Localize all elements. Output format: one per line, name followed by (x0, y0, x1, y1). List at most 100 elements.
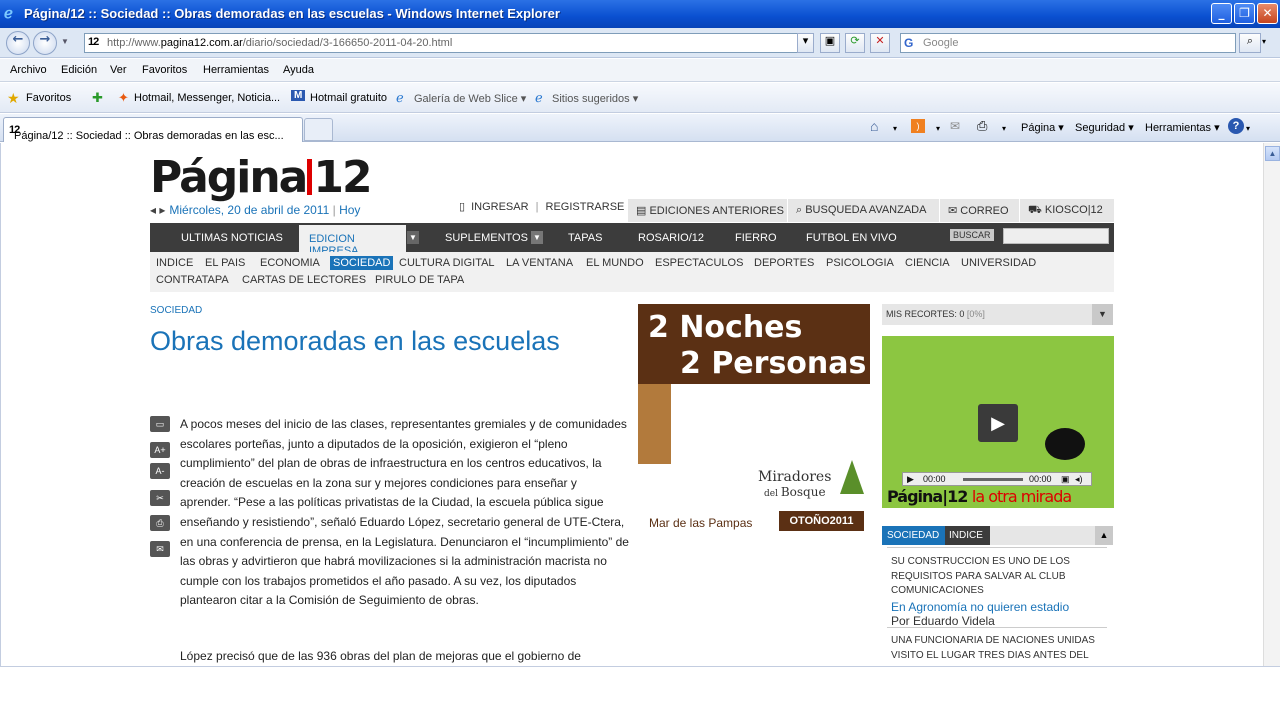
subnav-el-pais[interactable]: EL PAIS (205, 257, 245, 269)
print-icon[interactable]: ⎙ (977, 118, 987, 134)
menu-archivo[interactable]: Archivo (10, 64, 47, 76)
tab-ediciones-anteriores[interactable]: ▤ EDICIONES ANTERIORES (627, 199, 787, 222)
comment-icon[interactable]: ▭ (150, 416, 170, 432)
subnav-ciencia[interactable]: CIENCIA (905, 257, 950, 269)
forward-button[interactable]: → (33, 31, 57, 55)
register-link[interactable]: REGISTRARSE (546, 201, 625, 213)
subnav-pirulo-de-tapa[interactable]: PIRULO DE TAPA (375, 274, 464, 286)
nav-futbol-en-vivo[interactable]: FUTBOL EN VIVO (806, 232, 897, 244)
volume-icon[interactable]: ◂) (1075, 474, 1083, 485)
edicion-dropdown-icon[interactable]: ▼ (407, 231, 419, 244)
site-search-button[interactable]: BUSCAR (950, 229, 994, 241)
subnav-cultura-digital[interactable]: CULTURA DIGITAL (399, 257, 495, 269)
new-tab-button[interactable] (304, 118, 333, 141)
news-link[interactable]: En Agronomía no quieren estadio (891, 600, 1106, 615)
minimize-button[interactable]: _ (1211, 3, 1232, 24)
font-increase-button[interactable]: A+ (150, 442, 170, 458)
subnav-universidad[interactable]: UNIVERSIDAD (961, 257, 1036, 269)
security-menu[interactable]: Seguridad ▾ (1075, 121, 1134, 134)
refresh-button[interactable]: ⟳ (845, 33, 865, 53)
tools-menu[interactable]: Herramientas ▾ (1145, 121, 1220, 134)
nav-rosario12[interactable]: ROSARIO/12 (638, 232, 704, 244)
nav-edicion-impresa[interactable]: EDICION IMPRESA (299, 225, 406, 257)
nav-ultimas-noticias[interactable]: ULTIMAS NOTICIAS (181, 232, 283, 244)
search-button[interactable]: ⌕ (1239, 33, 1261, 53)
tab-active[interactable]: 12 Página/12 :: Sociedad :: Obras demora… (3, 117, 303, 142)
video-controls[interactable]: ▶ 00:00 00:00 ▣ ◂) (902, 472, 1092, 486)
address-input[interactable]: 12 http://www.pagina12.com.ar/diario/soc… (84, 33, 814, 53)
favorites-button[interactable]: Favoritos (26, 92, 71, 104)
sidebar-tab-sociedad[interactable]: SOCIEDAD (882, 526, 945, 545)
subnav-la-ventana[interactable]: LA VENTANA (506, 257, 573, 269)
advertisement[interactable]: 2 Noches 2 Personas Miradores del Bosque… (638, 304, 870, 538)
subnav-el-mundo[interactable]: EL MUNDO (586, 257, 644, 269)
rss-dropdown-icon[interactable]: ▾ (936, 124, 940, 133)
video-progress-bar[interactable] (963, 478, 1023, 481)
stop-button[interactable]: ✕ (870, 33, 890, 53)
print-article-icon[interactable]: ⎙ (150, 515, 170, 531)
font-decrease-button[interactable]: A- (150, 463, 170, 479)
clip-scissors-icon[interactable]: ✂ (150, 490, 170, 506)
nav-tapas[interactable]: TAPAS (568, 232, 602, 244)
fav-hotmail-messenger[interactable]: Hotmail, Messenger, Noticia... (134, 92, 280, 104)
nav-suplementos[interactable]: SUPLEMENTOS (445, 232, 528, 244)
back-button[interactable]: ← (6, 31, 30, 55)
play-small-icon[interactable]: ▶ (907, 474, 914, 485)
mail-icon[interactable]: ✉ (950, 119, 960, 133)
page-menu[interactable]: Página ▾ (1021, 121, 1064, 134)
home-dropdown-icon[interactable]: ▾ (893, 124, 897, 133)
subnav-espectaculos[interactable]: ESPECTACULOS (655, 257, 743, 269)
subnav-contratapa[interactable]: CONTRATAPA (156, 274, 229, 286)
fav-suggested-sites[interactable]: Sitios sugeridos ▾ (552, 92, 638, 105)
tab-correo[interactable]: ✉ CORREO (939, 199, 1019, 222)
date-prev-next-icon[interactable]: ◂ ▸ (150, 203, 165, 217)
rss-icon[interactable]: ) (911, 119, 925, 133)
history-dropdown-icon[interactable]: ▼ (61, 37, 69, 46)
help-dropdown-icon[interactable]: ▾ (1246, 124, 1250, 133)
mis-recortes-bar[interactable]: MIS RECORTES: 0 [0%] ▼ (882, 304, 1113, 325)
nav-fierro[interactable]: FIERRO (735, 232, 777, 244)
print-dropdown-icon[interactable]: ▾ (1002, 124, 1006, 133)
menu-favoritos[interactable]: Favoritos (142, 64, 187, 76)
maximize-button[interactable]: ❐ (1234, 3, 1255, 24)
address-dropdown-button[interactable]: ▾ (797, 33, 814, 53)
recortes-dropdown-icon[interactable]: ▼ (1092, 304, 1113, 325)
subnav-economia[interactable]: ECONOMIA (260, 257, 320, 269)
site-logo[interactable]: Página 12 (150, 152, 373, 203)
menu-ver[interactable]: Ver (110, 64, 127, 76)
search-options-icon[interactable]: ▾ (1262, 37, 1266, 46)
subnav-indice[interactable]: INDICE (156, 257, 193, 269)
search-input[interactable]: G Google (900, 33, 1236, 53)
video-player[interactable]: ▶ ▶ 00:00 00:00 ▣ ◂) Página|12 la otra m… (882, 336, 1114, 508)
suplementos-dropdown-icon[interactable]: ▼ (531, 231, 543, 244)
site-search-input[interactable] (1003, 228, 1109, 244)
subnav-psicologia[interactable]: PSICOLOGIA (826, 257, 894, 269)
menu-edicion[interactable]: Edición (61, 64, 97, 76)
fav-hotmail-gratuito[interactable]: Hotmail gratuito (310, 92, 387, 104)
compatibility-view-button[interactable]: ▣ (820, 33, 840, 53)
menu-herramientas[interactable]: Herramientas (203, 64, 269, 76)
web-slice-icon: ℯ (396, 90, 404, 105)
close-button[interactable]: ✕ (1257, 3, 1278, 24)
tab-busqueda-avanzada[interactable]: ⌕ BUSQUEDA AVANZADA (787, 199, 939, 222)
home-icon[interactable]: ⌂ (870, 118, 878, 134)
subnav-deportes[interactable]: DEPORTES (754, 257, 814, 269)
fav-web-slice[interactable]: Galería de Web Slice ▾ (414, 92, 526, 105)
help-icon[interactable]: ? (1228, 118, 1244, 134)
today-link[interactable]: Hoy (339, 203, 360, 217)
window-titlebar[interactable]: ℯ Página/12 :: Sociedad :: Obras demorad… (0, 0, 1280, 28)
subnav-cartas-de-lectores[interactable]: CARTAS DE LECTORES (242, 274, 366, 286)
sidebar-tab-indice[interactable]: INDICE (945, 526, 990, 545)
tab-kiosco[interactable]: ⛟ KIOSCO|12 (1019, 199, 1114, 222)
play-icon[interactable]: ▶ (978, 404, 1018, 442)
article-section-label[interactable]: SOCIEDAD (150, 305, 202, 316)
subnav-sociedad[interactable]: SOCIEDAD (330, 256, 394, 270)
vertical-scrollbar[interactable]: ▲ (1263, 143, 1280, 666)
scroll-up-icon[interactable]: ▲ (1265, 146, 1280, 161)
sidebar-collapse-icon[interactable]: ▲ (1095, 526, 1113, 545)
add-favorite-icon[interactable]: ✚ (92, 90, 103, 106)
email-article-icon[interactable]: ✉ (150, 541, 170, 557)
login-link[interactable]: INGRESAR (471, 201, 528, 213)
fullscreen-icon[interactable]: ▣ (1061, 474, 1070, 485)
menu-ayuda[interactable]: Ayuda (283, 64, 314, 76)
